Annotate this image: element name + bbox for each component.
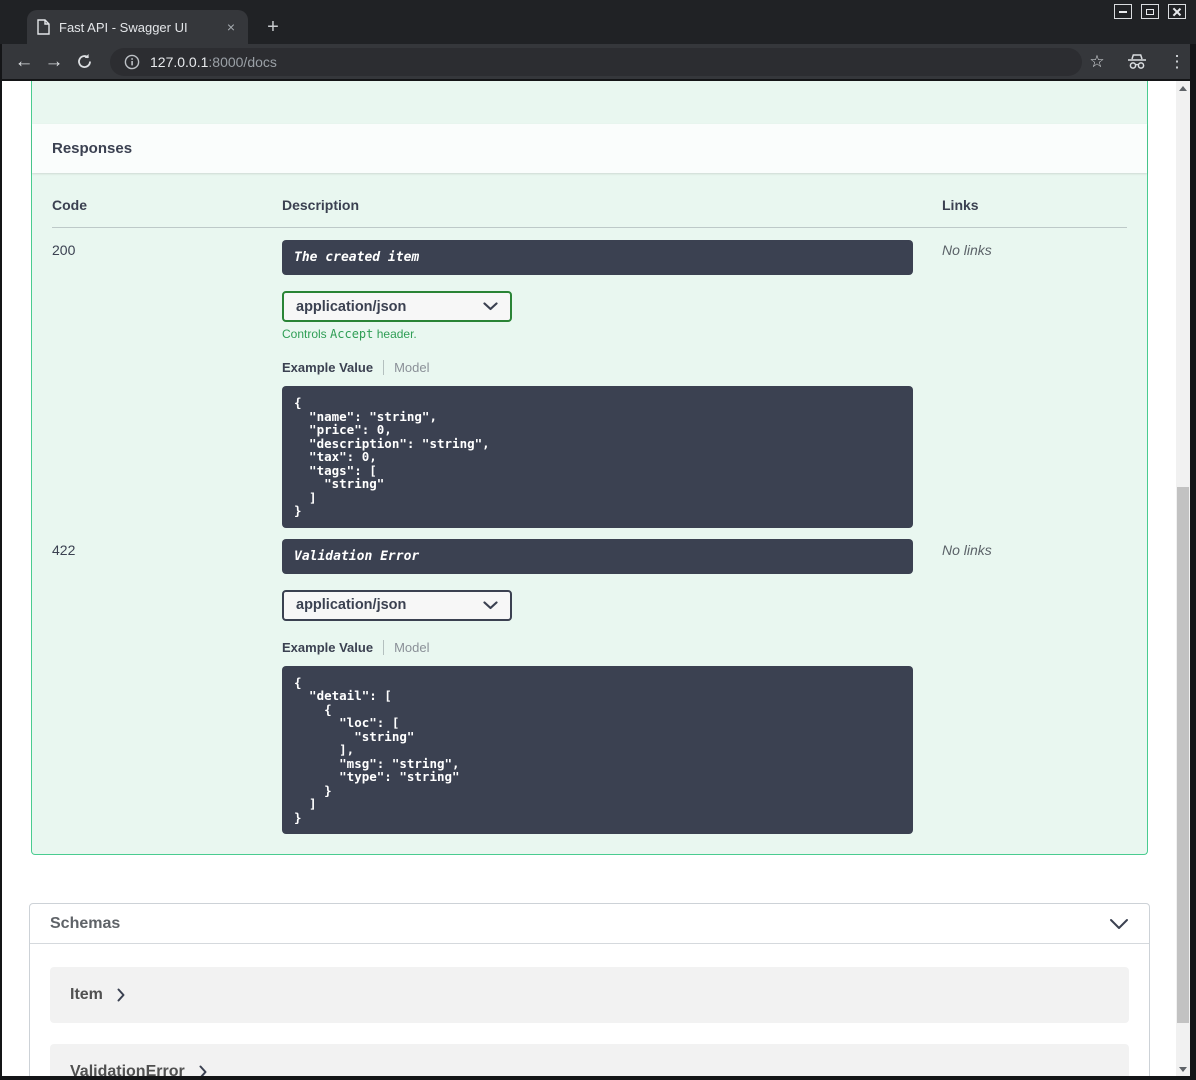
model-name: Item <box>70 986 103 1003</box>
chevron-down-icon <box>483 600 498 609</box>
note-code: Accept <box>330 327 374 341</box>
incognito-button[interactable] <box>1126 53 1148 70</box>
accept-header-note: Controls Accept header. <box>282 327 942 341</box>
media-type-value: application/json <box>296 298 407 315</box>
tab-example-value[interactable]: Example Value <box>282 639 385 655</box>
col-header-links: Links <box>942 197 979 213</box>
info-icon <box>124 54 140 70</box>
responses-panel: Responses Code Description Links 200 The… <box>31 81 1148 855</box>
model-validationerror-row[interactable]: ValidationError <box>50 1044 1129 1076</box>
scroll-up-icon <box>1179 85 1187 91</box>
model-name: ValidationError <box>70 1063 185 1076</box>
tab-model[interactable]: Model <box>384 640 429 655</box>
response-row-200: 200 The created item application/json Co… <box>52 228 1127 528</box>
window-border-left <box>0 44 2 1080</box>
minimize-button[interactable] <box>1114 4 1132 19</box>
schemas-section: Schemas Item ValidationError <box>29 903 1150 1076</box>
browser-window: Fast API - Swagger UI × + ← → 127.0.0.1:… <box>0 0 1196 1080</box>
bookmark-star-button[interactable]: ☆ <box>1086 52 1108 72</box>
responses-table-header: Code Description Links <box>52 197 1127 228</box>
response-links: No links <box>942 242 992 258</box>
maximize-icon <box>1146 8 1154 15</box>
col-header-description: Description <box>282 197 360 213</box>
response-links: No links <box>942 541 992 558</box>
scrollbar-thumb[interactable] <box>1177 487 1189 1023</box>
back-button[interactable]: ← <box>9 47 39 77</box>
col-header-code: Code <box>52 197 87 213</box>
media-type-select[interactable]: application/json <box>282 589 512 621</box>
scroll-down-icon <box>1179 1066 1187 1072</box>
tab-close-icon[interactable]: × <box>222 18 240 36</box>
example-model-tabs: Example Value Model <box>282 360 942 375</box>
document-icon <box>37 19 50 35</box>
note-suffix: header. <box>373 327 417 341</box>
new-tab-button[interactable]: + <box>260 14 286 40</box>
browser-toolbar: ← → 127.0.0.1:8000/docs ☆ ⋮ <box>0 44 1196 81</box>
toolbar-right: ☆ ⋮ <box>1086 44 1188 79</box>
url-path: :8000/docs <box>208 54 277 70</box>
tab-example-value[interactable]: Example Value <box>282 360 385 375</box>
chevron-down-icon[interactable] <box>1109 918 1129 930</box>
responses-title: Responses <box>52 140 133 157</box>
window-controls <box>1114 4 1186 19</box>
responses-table: Code Description Links 200 The created i… <box>32 173 1147 834</box>
response-code: 422 <box>52 541 76 558</box>
note-prefix: Controls <box>282 327 331 341</box>
maximize-button[interactable] <box>1141 4 1159 19</box>
opblock-body-spacer <box>32 81 1147 124</box>
browser-menu-button[interactable]: ⋮ <box>1166 52 1188 72</box>
url-host: 127.0.0.1 <box>150 54 209 70</box>
schemas-title: Schemas <box>50 914 121 932</box>
schemas-header[interactable]: Schemas <box>30 904 1149 944</box>
chevron-down-icon <box>483 302 498 311</box>
example-model-tabs: Example Value Model <box>282 639 942 655</box>
tab-title: Fast API - Swagger UI <box>59 19 188 35</box>
example-json-block: { "name": "string", "price": 0, "descrip… <box>282 386 913 528</box>
scroll-up-button[interactable] <box>1176 81 1190 95</box>
response-description-text: Validation Error <box>294 548 420 564</box>
media-type-select[interactable]: application/json <box>282 291 512 322</box>
response-description-text: The created item <box>294 250 420 265</box>
browser-tab[interactable]: Fast API - Swagger UI × <box>27 10 248 44</box>
chevron-right-icon <box>199 1065 207 1076</box>
page-content: Responses Code Description Links 200 The… <box>2 81 1190 1076</box>
response-row-422: 422 Validation Error application/json Ex… <box>52 528 1127 834</box>
tab-model[interactable]: Model <box>384 360 429 375</box>
example-json-block: { "detail": [ { "loc": [ "string" ], "ms… <box>282 665 913 834</box>
scroll-down-button[interactable] <box>1176 1062 1190 1076</box>
close-icon <box>1172 7 1182 17</box>
forward-button[interactable]: → <box>39 47 69 77</box>
responses-section-header: Responses <box>32 124 1147 173</box>
site-info-button[interactable] <box>124 54 140 70</box>
url-text: 127.0.0.1:8000/docs <box>150 54 277 70</box>
response-description-box: The created item <box>282 240 913 275</box>
response-code: 200 <box>52 242 76 258</box>
model-item-row[interactable]: Item <box>50 967 1129 1023</box>
titlebar: Fast API - Swagger UI × + <box>0 0 1196 44</box>
schemas-body: Item ValidationError <box>30 944 1149 1076</box>
page-scrollbar[interactable] <box>1176 81 1190 1076</box>
reload-icon <box>77 54 91 68</box>
chevron-right-icon <box>117 988 125 1002</box>
media-type-value: application/json <box>296 597 407 613</box>
response-description-cell: Validation Error application/json Exampl… <box>282 538 942 834</box>
close-button[interactable] <box>1168 4 1186 19</box>
incognito-icon <box>1128 53 1146 69</box>
reload-button[interactable] <box>69 47 99 77</box>
address-bar[interactable]: 127.0.0.1:8000/docs <box>110 48 1082 76</box>
response-description-box: Validation Error <box>282 538 913 574</box>
minimize-icon <box>1119 10 1127 13</box>
window-border-right <box>1190 44 1196 1080</box>
response-description-cell: The created item application/json Contro… <box>282 239 942 528</box>
window-border-bottom <box>0 1076 1196 1080</box>
